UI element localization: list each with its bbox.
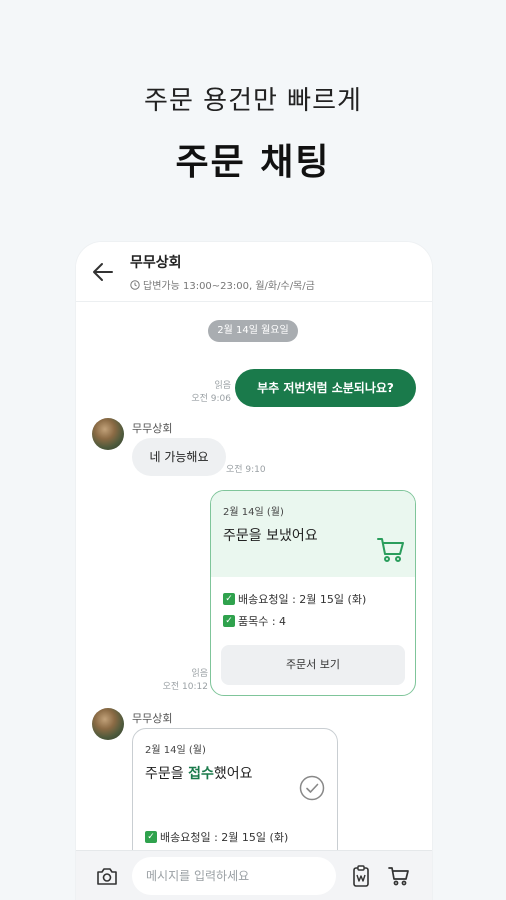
delivery-date-line: ✓ 배송요청일 : 2월 15일 (화) (145, 829, 288, 845)
message-time: 오전 10:12 (162, 682, 208, 692)
order-date: 2월 14일 (월) (145, 745, 206, 756)
message-time: 오전 9:06 (191, 394, 231, 404)
title-highlight: 접수 (188, 766, 214, 782)
read-receipt: 읽음 (191, 669, 208, 679)
message-input[interactable] (132, 857, 336, 895)
item-count-line: ✓ 품목수 : 4 (223, 613, 286, 629)
message-time: 오전 9:10 (226, 465, 266, 475)
title-text: 주문을 (145, 766, 189, 782)
reply-hours-text: 답변가능 13:00~23:00, 월/화/수/목/금 (143, 281, 315, 292)
delivery-date-text: 배송요청일 : 2월 15일 (화) (160, 831, 289, 844)
order-sent-card: 2월 14일 (월) 주문을 보냈어요 ✓ 배송요청일 : 2월 15일 (화)… (210, 490, 416, 696)
clock-icon (130, 279, 140, 290)
hero-subtitle: 주문 용건만 빠르게 (144, 86, 362, 116)
avatar[interactable] (92, 418, 124, 450)
read-receipt: 읽음 (214, 381, 231, 391)
sender-name: 무무상회 (132, 712, 173, 725)
chat-header: 무무상회 답변가능 13:00~23:00, 월/화/수/목/금 (76, 242, 432, 302)
check-icon: ✓ (145, 831, 157, 843)
phone-screen: 무무상회 답변가능 13:00~23:00, 월/화/수/목/금 2월 14일 … (76, 242, 432, 900)
date-divider: 2월 14일 월요일 (208, 320, 298, 342)
outgoing-message[interactable]: 부추 저번처럼 소분되나요? (235, 369, 416, 407)
delivery-date-text: 배송요청일 : 2월 15일 (화) (238, 593, 367, 606)
title-text: 했어요 (213, 766, 253, 782)
avatar[interactable] (92, 708, 124, 740)
clipboard-icon[interactable] (352, 865, 370, 887)
message-meta: 읽음 오전 9:06 (186, 380, 231, 406)
delivery-date-line: ✓ 배송요청일 : 2월 15일 (화) (223, 591, 366, 607)
order-date: 2월 14일 (월) (223, 507, 284, 518)
incoming-message[interactable]: 네 가능해요 (132, 438, 226, 476)
order-sent-title: 주문을 보냈어요 (223, 528, 318, 544)
check-icon: ✓ (223, 593, 235, 605)
back-arrow-icon[interactable] (92, 262, 114, 282)
item-count-text: 품목수 : 4 (238, 615, 287, 628)
camera-icon[interactable] (96, 866, 118, 886)
view-order-button[interactable]: 주문서 보기 (221, 645, 405, 685)
circle-check-icon (299, 775, 325, 801)
message-input-bar (76, 850, 432, 900)
cart-icon[interactable] (388, 866, 410, 886)
order-received-title: 주문을 접수했어요 (145, 763, 253, 783)
reply-hours: 답변가능 13:00~23:00, 월/화/수/목/금 (130, 277, 315, 292)
cart-icon (377, 538, 404, 562)
check-icon: ✓ (223, 615, 235, 627)
shop-name: 무무상회 (130, 255, 182, 271)
hero-title: 주문 채팅 (175, 142, 331, 183)
message-meta: 읽음 오전 10:12 (156, 668, 208, 694)
sender-name: 무무상회 (132, 422, 173, 435)
